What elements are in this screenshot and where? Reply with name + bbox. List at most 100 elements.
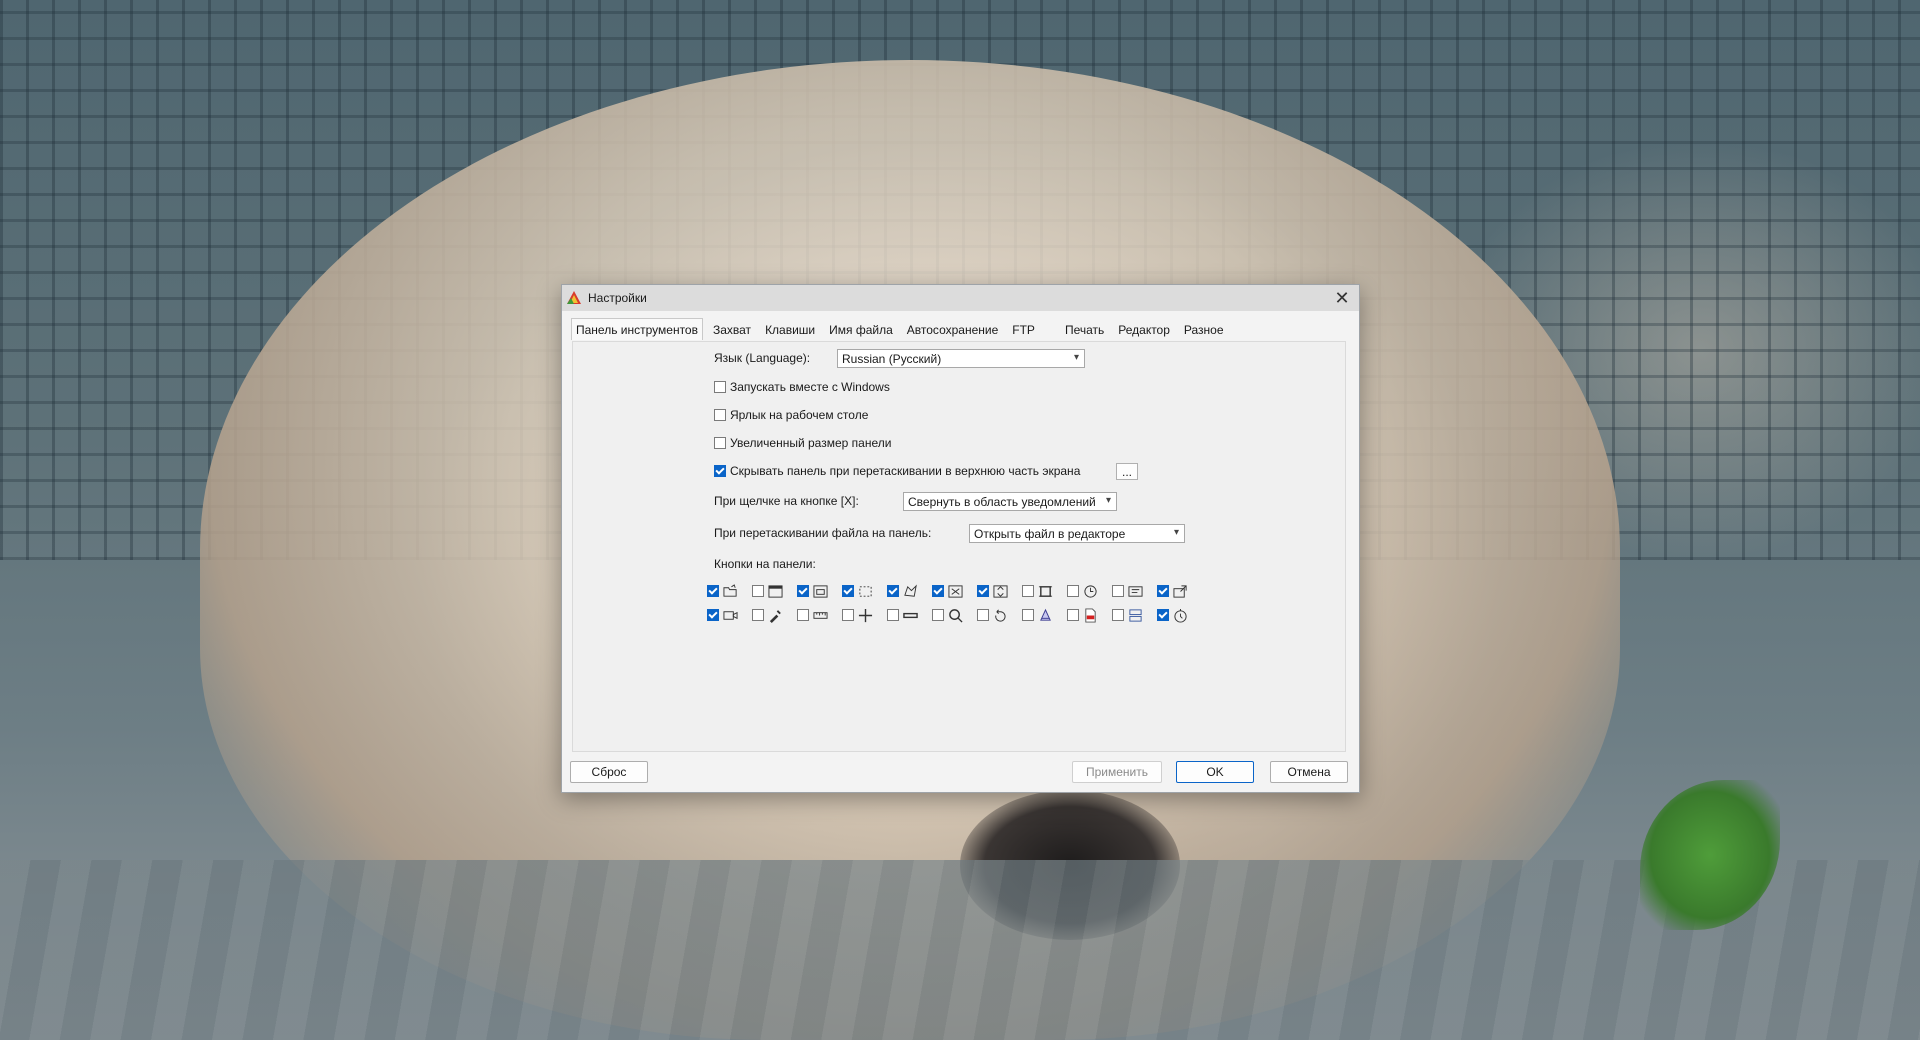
desktop-shortcut-checkbox[interactable] (714, 409, 726, 421)
crosshair-icon (857, 607, 873, 623)
settings-dialog: Настройки ✕ Панель инструментов Захват К… (561, 284, 1360, 793)
hide-panel-row[interactable]: Скрывать панель при перетаскивании в вер… (714, 461, 1080, 481)
panel-button-fullscreen[interactable] (932, 582, 977, 600)
close-click-select[interactable]: Свернуть в область уведомлений ▾ (903, 492, 1117, 511)
panel-buttons-row: Кнопки на панели: (714, 554, 816, 574)
close-click-row: При щелчке на кнопке [X]: (714, 491, 859, 511)
panel-button-bar[interactable] (887, 606, 932, 624)
cancel-button[interactable]: Отмена (1270, 761, 1348, 783)
panel-button-checkbox[interactable] (797, 585, 809, 597)
panel-button-checkbox[interactable] (932, 609, 944, 621)
desktop-shortcut-row[interactable]: Ярлык на рабочем столе (714, 405, 868, 425)
tab-hotkeys[interactable]: Клавиши (761, 320, 819, 340)
large-panel-row[interactable]: Увеличенный размер панели (714, 433, 891, 453)
panel-buttons-label: Кнопки на панели: (714, 557, 816, 571)
open-folder-icon (722, 583, 738, 599)
panel-button-timer[interactable] (1067, 582, 1112, 600)
panel-button-checkbox[interactable] (797, 609, 809, 621)
panel-button-checkbox[interactable] (977, 609, 989, 621)
panel-button-checkbox[interactable] (707, 609, 719, 621)
tab-autosave[interactable]: Автосохранение (903, 320, 1002, 340)
panel-buttons-row-1 (707, 582, 1202, 600)
panel-button-clock-arrow[interactable] (1157, 606, 1202, 624)
panel-button-crosshair[interactable] (842, 606, 887, 624)
panel-button-checkbox[interactable] (887, 609, 899, 621)
language-value: Russian (Русский) (842, 351, 942, 366)
language-label: Язык (Language): (714, 351, 811, 365)
panel-button-checkbox[interactable] (1067, 609, 1079, 621)
panel-button-print[interactable] (1022, 606, 1067, 624)
video-icon (722, 607, 738, 623)
tab-misc[interactable]: Разное (1180, 320, 1228, 340)
start-with-windows-checkbox[interactable] (714, 381, 726, 393)
start-with-windows-row[interactable]: Запускать вместе с Windows (714, 377, 890, 397)
language-select[interactable]: Russian (Русский) ▾ (837, 349, 1085, 368)
panel-button-checkbox[interactable] (977, 585, 989, 597)
start-with-windows-label: Запускать вместе с Windows (730, 380, 890, 394)
panel-button-text-capture[interactable] (1112, 582, 1157, 600)
panel-button-rect-region[interactable] (842, 582, 887, 600)
panel-button-compare[interactable] (1112, 606, 1157, 624)
window-icon (767, 583, 783, 599)
panel-button-checkbox[interactable] (887, 585, 899, 597)
panel-button-checkbox[interactable] (1022, 609, 1034, 621)
window-title: Настройки (588, 291, 647, 305)
panel-button-undo[interactable] (977, 606, 1022, 624)
panel-button-checkbox[interactable] (842, 585, 854, 597)
panel-button-checkbox[interactable] (707, 585, 719, 597)
panel-button-checkbox[interactable] (932, 585, 944, 597)
language-row: Язык (Language): (714, 348, 810, 368)
drag-file-row: При перетаскивании файла на панель: (714, 523, 931, 543)
close-icon: ✕ (1334, 287, 1350, 308)
panel-button-open[interactable] (707, 582, 752, 600)
tab-filename[interactable]: Имя файла (825, 320, 897, 340)
panel-button-window-content[interactable] (797, 582, 842, 600)
panel-button-window[interactable] (752, 582, 797, 600)
tab-capture[interactable]: Захват (709, 320, 755, 340)
export-icon (1172, 583, 1188, 599)
tab-toolbar[interactable]: Панель инструментов (571, 318, 703, 340)
color-picker-icon (767, 607, 783, 623)
panel-button-checkbox[interactable] (752, 609, 764, 621)
minus-bar-icon (902, 607, 918, 623)
panel-button-checkbox[interactable] (1067, 585, 1079, 597)
panel-button-color-picker[interactable] (752, 606, 797, 624)
panel-button-video[interactable] (707, 606, 752, 624)
toolbar-settings-panel: Язык (Language): Russian (Русский) ▾ Зап… (572, 341, 1346, 752)
chevron-down-icon: ▾ (1073, 352, 1079, 363)
text-capture-icon (1127, 583, 1143, 599)
tab-editor[interactable]: Редактор (1114, 320, 1174, 340)
panel-button-ruler[interactable] (797, 606, 842, 624)
title-bar[interactable]: Настройки ✕ (562, 285, 1359, 311)
panel-button-checkbox[interactable] (752, 585, 764, 597)
panel-button-export[interactable] (1157, 582, 1202, 600)
chevron-down-icon: ▾ (1105, 495, 1111, 506)
freehand-region-icon (902, 583, 918, 599)
panel-button-magnifier[interactable] (932, 606, 977, 624)
panel-button-checkbox[interactable] (1112, 609, 1124, 621)
large-panel-label: Увеличенный размер панели (730, 436, 892, 450)
hide-panel-checkbox[interactable] (714, 465, 726, 477)
drag-file-select[interactable]: Открыть файл в редакторе ▾ (969, 524, 1185, 543)
tab-ftp[interactable]: FTP (1008, 320, 1039, 340)
panel-button-checkbox[interactable] (1112, 585, 1124, 597)
panel-button-checkbox[interactable] (1157, 585, 1169, 597)
reset-button[interactable]: Сброс (570, 761, 648, 783)
panel-button-fixed-region[interactable] (1022, 582, 1067, 600)
hide-panel-options-button[interactable]: ... (1116, 463, 1138, 480)
timer-icon (1082, 583, 1098, 599)
panel-button-checkbox[interactable] (1022, 585, 1034, 597)
close-button[interactable]: ✕ (1325, 285, 1359, 311)
window-content-icon (812, 583, 828, 599)
fixed-region-icon (1037, 583, 1053, 599)
panel-button-checkbox[interactable] (1157, 609, 1169, 621)
large-panel-checkbox[interactable] (714, 437, 726, 449)
apply-button[interactable]: Применить (1072, 761, 1162, 783)
panel-button-checkbox[interactable] (842, 609, 854, 621)
panel-button-freehand[interactable] (887, 582, 932, 600)
panel-button-pdf[interactable] (1067, 606, 1112, 624)
ok-button[interactable]: OK (1176, 761, 1254, 783)
panel-button-scroll[interactable] (977, 582, 1022, 600)
drag-file-value: Открыть файл в редакторе (974, 526, 1126, 541)
tab-print[interactable]: Печать (1061, 320, 1108, 340)
